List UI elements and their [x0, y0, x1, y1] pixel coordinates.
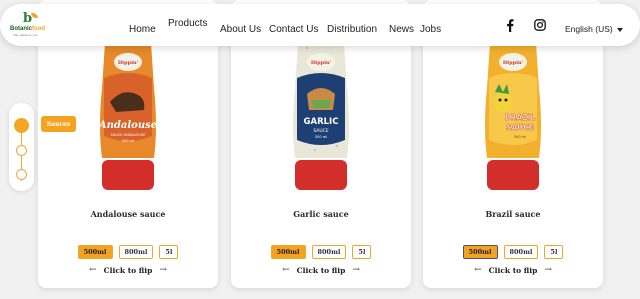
brazil-label-title: BRAZIL — [505, 113, 536, 122]
nav-about-us[interactable]: About Us — [220, 24, 261, 35]
size-selector: 500ml 800ml 5l — [423, 245, 603, 259]
logo-brand-accent: food — [32, 26, 46, 32]
product-name: Garlic sauce — [293, 209, 349, 219]
garlic-label-sub: SAUCE — [313, 128, 328, 134]
category-stepper — [9, 103, 34, 191]
size-5l-button[interactable]: 5l — [352, 245, 372, 259]
garlic-label-vol: 500 ml — [315, 135, 327, 139]
language-label: English (US) — [565, 24, 613, 34]
size-800ml-button[interactable]: 800ml — [118, 245, 154, 259]
size-selector: 500ml 800ml 5l — [38, 245, 218, 259]
flip-label: Click to flip — [103, 265, 153, 275]
nav-products[interactable]: Products — [168, 18, 207, 29]
nav-contact-us[interactable]: Contact Us — [269, 24, 318, 35]
arrow-right-icon: → — [544, 265, 552, 275]
top-navbar: b Botanicfood from nature to you Home Pr… — [0, 4, 640, 46]
product-name: Andalouse sauce — [90, 209, 166, 219]
brazil-label-sub: SAUCE — [506, 123, 534, 132]
facebook-icon[interactable] — [503, 18, 517, 32]
andalouse-badge-text: Dippin' — [118, 60, 139, 66]
stepper-dot-3[interactable] — [16, 169, 27, 180]
flip-control[interactable]: ← Click to flip → — [231, 265, 411, 275]
flip-label: Click to flip — [296, 265, 346, 275]
size-500ml-button[interactable]: 500ml — [462, 245, 498, 259]
brand-logo[interactable]: b Botanicfood from nature to you — [10, 12, 46, 39]
size-500ml-button[interactable]: 500ml — [77, 245, 113, 259]
stepper-dot-2[interactable] — [16, 145, 27, 156]
stepper-active-label: Sauces — [41, 116, 76, 132]
garlic-badge-text: Dippin' — [311, 60, 332, 66]
nav-news[interactable]: News — [389, 24, 414, 35]
arrow-left-icon: ← — [89, 265, 97, 275]
logo-tagline: from nature to you — [13, 33, 38, 37]
logo-brand-main: Botanic — [10, 26, 33, 32]
size-800ml-button[interactable]: 800ml — [503, 245, 539, 259]
nav-jobs[interactable]: Jobs — [420, 24, 441, 35]
size-500ml-button[interactable]: 500ml — [270, 245, 306, 259]
size-selector: 500ml 800ml 5l — [231, 245, 411, 259]
flip-control[interactable]: ← Click to flip → — [38, 265, 218, 275]
arrow-left-icon: ← — [474, 265, 482, 275]
size-800ml-button[interactable]: 800ml — [311, 245, 347, 259]
andalouse-label-title: Andalouse — [98, 120, 157, 131]
andalouse-label-sub: SAUCE ANDALOUSE — [111, 133, 146, 137]
chevron-down-icon — [616, 27, 623, 32]
language-selector[interactable]: English (US) — [565, 24, 623, 34]
brazil-badge-text: Dippin' — [503, 60, 524, 66]
arrow-right-icon: → — [159, 265, 167, 275]
size-5l-button[interactable]: 5l — [544, 245, 564, 259]
brazil-label-vol: 500 ml — [514, 135, 526, 139]
nav-distribution[interactable]: Distribution — [327, 24, 377, 35]
garlic-label-title: GARLIC — [304, 117, 339, 127]
flip-control[interactable]: ← Click to flip → — [423, 265, 603, 275]
instagram-icon[interactable] — [533, 18, 547, 32]
arrow-left-icon: ← — [282, 265, 290, 275]
flip-label: Click to flip — [488, 265, 538, 275]
andalouse-label-vol: 500 ml — [122, 139, 134, 143]
size-5l-button[interactable]: 5l — [159, 245, 179, 259]
stepper-dot-sauces[interactable] — [14, 118, 29, 133]
arrow-right-icon: → — [352, 265, 360, 275]
nav-home[interactable]: Home — [129, 24, 156, 35]
product-name: Brazil sauce — [485, 209, 541, 219]
